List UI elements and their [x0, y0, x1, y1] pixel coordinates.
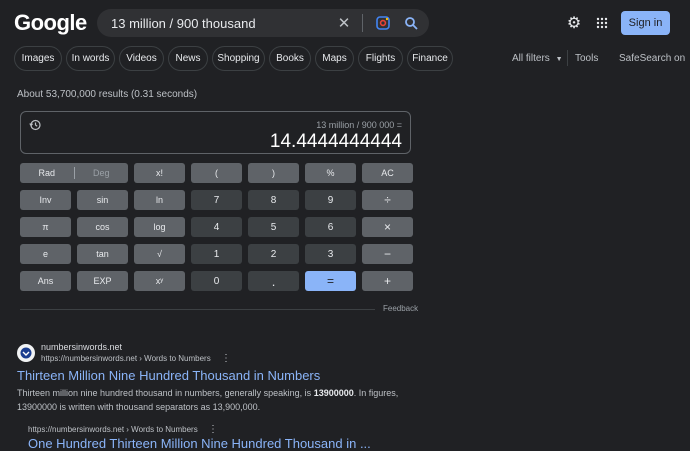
result-url-text[interactable]: https://numbersinwords.net › Words to Nu… — [28, 425, 198, 434]
tools-button[interactable]: Tools — [575, 53, 598, 64]
search-box[interactable]: 13 million / 900 thousand ✕ — [97, 9, 429, 37]
site-favicon — [17, 344, 35, 362]
search-input[interactable]: 13 million / 900 thousand — [111, 16, 334, 31]
more-options-icon[interactable]: ⋮ — [208, 424, 218, 435]
pi-key[interactable]: π — [20, 217, 71, 237]
tab-videos[interactable]: Videos — [119, 46, 164, 71]
divide-key[interactable]: ÷ — [362, 190, 413, 210]
result-title[interactable]: Thirteen Million Nine Hundred Thousand i… — [17, 368, 320, 383]
feedback-divider — [20, 309, 375, 310]
sign-in-button[interactable]: Sign in — [621, 11, 670, 35]
digit-1-key[interactable]: 1 — [191, 244, 242, 264]
digit-7-key[interactable]: 7 — [191, 190, 242, 210]
more-options-icon[interactable]: ⋮ — [221, 353, 231, 364]
lens-icon[interactable] — [373, 13, 393, 33]
multiply-key[interactable]: × — [362, 217, 413, 237]
sin-key[interactable]: sin — [77, 190, 128, 210]
ln-key[interactable]: ln — [134, 190, 185, 210]
digit-8-key[interactable]: 8 — [248, 190, 299, 210]
tab-finance[interactable]: Finance — [407, 46, 453, 71]
calculator-result: 14.4444444444 — [269, 131, 402, 152]
cos-key[interactable]: cos — [77, 217, 128, 237]
tab-maps[interactable]: Maps — [315, 46, 354, 71]
history-icon[interactable] — [29, 119, 41, 134]
e-key[interactable]: e — [20, 244, 71, 264]
all-filters-label: All filters — [512, 53, 550, 64]
digit-9-key[interactable]: 9 — [305, 190, 356, 210]
safesearch-button[interactable]: SafeSearch on — [619, 53, 685, 64]
result-url[interactable]: https://numbersinwords.net › Words to Nu… — [28, 424, 218, 435]
digit-4-key[interactable]: 4 — [191, 217, 242, 237]
calculator-display: 13 million / 900 000 = 14.4444444444 — [20, 111, 411, 154]
google-logo[interactable]: Google — [14, 10, 87, 36]
tan-key[interactable]: tan — [77, 244, 128, 264]
percent-key[interactable]: % — [305, 163, 356, 183]
left-paren-key[interactable]: ( — [191, 163, 242, 183]
tab-shopping[interactable]: Shopping — [212, 46, 265, 71]
calculator-expression: 13 million / 900 000 = — [316, 120, 402, 130]
log-key[interactable]: log — [134, 217, 185, 237]
feedback-link[interactable]: Feedback — [383, 304, 418, 313]
result-url-text[interactable]: https://numbersinwords.net › Words to Nu… — [41, 354, 211, 363]
apps-grid-icon[interactable] — [592, 13, 612, 33]
search-icon[interactable] — [401, 13, 421, 33]
deg-key[interactable]: Deg — [75, 168, 129, 178]
digit-2-key[interactable]: 2 — [248, 244, 299, 264]
search-divider — [362, 14, 363, 32]
inv-key[interactable]: Inv — [20, 190, 71, 210]
result-stats: About 53,700,000 results (0.31 seconds) — [17, 89, 198, 100]
decimal-key[interactable]: . — [248, 271, 299, 291]
rad-key[interactable]: Rad — [20, 168, 74, 178]
tab-flights[interactable]: Flights — [358, 46, 403, 71]
plus-key[interactable]: + — [362, 271, 413, 291]
ans-key[interactable]: Ans — [20, 271, 71, 291]
rad-deg-toggle[interactable]: Rad Deg — [20, 163, 128, 183]
tab-books[interactable]: Books — [269, 46, 311, 71]
tab-images[interactable]: Images — [14, 46, 62, 71]
equals-key[interactable]: = — [305, 271, 356, 291]
tab-news[interactable]: News — [168, 46, 208, 71]
clear-icon[interactable]: ✕ — [334, 13, 354, 33]
all-clear-key[interactable]: AC — [362, 163, 413, 183]
right-paren-key[interactable]: ) — [248, 163, 299, 183]
minus-key[interactable]: − — [362, 244, 413, 264]
power-key[interactable]: xʸ — [134, 271, 185, 291]
tab-in-words[interactable]: In words — [66, 46, 115, 71]
snippet-bold: 13900000 — [313, 388, 354, 398]
exp-key[interactable]: EXP — [77, 271, 128, 291]
sqrt-key[interactable]: √ — [134, 244, 185, 264]
digit-0-key[interactable]: 0 — [191, 271, 242, 291]
snippet-text-1: Thirteen million nine hundred thousand i… — [17, 388, 314, 398]
all-filters-button[interactable]: All filters ▼ — [512, 53, 563, 64]
digit-5-key[interactable]: 5 — [248, 217, 299, 237]
settings-gear-icon[interactable]: ⚙ — [564, 13, 584, 33]
digit-6-key[interactable]: 6 — [305, 217, 356, 237]
result-snippet: Thirteen million nine hundred thousand i… — [17, 386, 417, 414]
caret-down-icon: ▼ — [555, 56, 563, 63]
digit-3-key[interactable]: 3 — [305, 244, 356, 264]
site-name[interactable]: numbersinwords.net — [41, 342, 122, 352]
result-url[interactable]: https://numbersinwords.net › Words to Nu… — [41, 353, 231, 364]
factorial-key[interactable]: x! — [134, 163, 185, 183]
filter-divider — [567, 50, 568, 66]
